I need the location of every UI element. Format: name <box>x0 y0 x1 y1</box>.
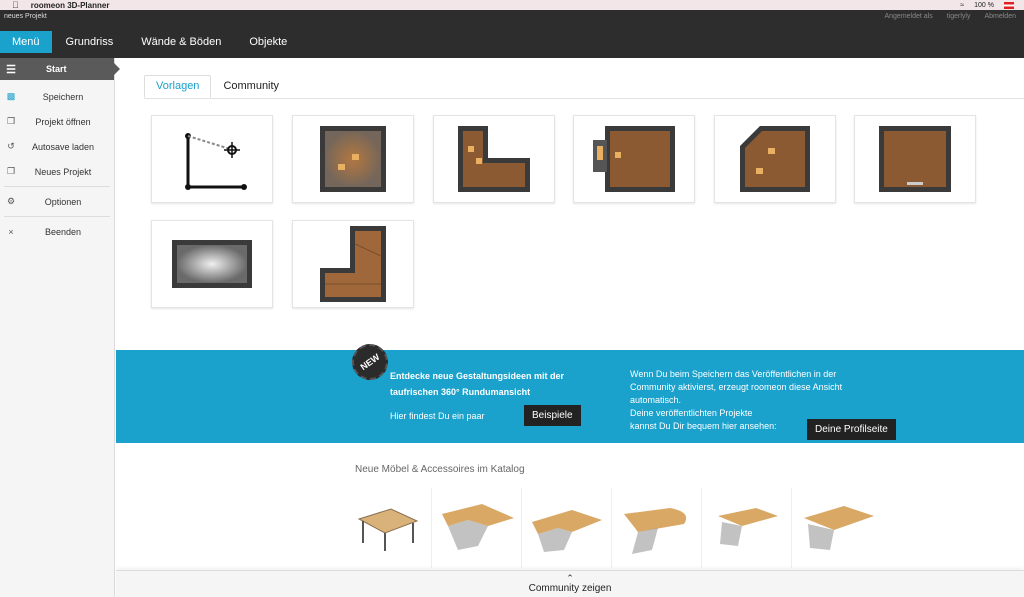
room-empty-icon <box>172 240 252 288</box>
draw-room-icon <box>185 133 247 190</box>
close-icon: × <box>8 226 14 237</box>
room-square-icon <box>320 126 386 192</box>
sidebar-item-label: Neues Projekt <box>34 166 92 177</box>
sidebar-item-label: Autosave laden <box>31 141 95 152</box>
template-room-empty[interactable] <box>151 220 273 308</box>
desk-round-icon <box>623 508 686 554</box>
catalog-title: Neue Möbel & Accessoires im Katalog <box>355 464 525 475</box>
nav-menu[interactable]: Menü <box>0 31 52 53</box>
examples-button[interactable]: Beispiele <box>524 405 581 426</box>
apple-icon[interactable]:  <box>12 0 19 10</box>
menubar-status: ≈ 100 % <box>960 1 1024 9</box>
language-flag-icon[interactable] <box>1004 1 1014 9</box>
tab-community[interactable]: Community <box>211 75 291 98</box>
room-with-door-icon <box>593 126 675 192</box>
community-toggle[interactable]: ⌃ Community zeigen <box>116 570 1024 597</box>
banner-info-text: Wenn Du beim Speichern das Veröffentlich… <box>630 369 843 405</box>
battery-label[interactable]: 100 % <box>974 2 994 9</box>
table-icon <box>357 508 418 551</box>
sidebar-item-label: Speichern <box>42 91 84 102</box>
template-room-l-wood[interactable] <box>292 220 414 308</box>
main-content: Vorlagen Community NEW Entdecke neue Ges… <box>116 58 1024 597</box>
divider <box>4 216 110 217</box>
catalog-item-desk-1[interactable] <box>434 488 522 568</box>
room-cut-corner-icon <box>740 126 810 192</box>
new-badge: NEW <box>344 336 396 388</box>
desk-icon <box>717 508 778 546</box>
sidebar-item-quit[interactable]: × Beenden <box>0 219 114 244</box>
logged-in-label: Angemeldet als <box>884 13 933 20</box>
tab-templates[interactable]: Vorlagen <box>144 75 212 98</box>
room-l-wood-icon <box>320 226 386 302</box>
sidebar-item-label: Beenden <box>44 226 82 237</box>
username-link[interactable]: tigerlyly <box>947 13 971 20</box>
template-room-square[interactable] <box>292 115 414 203</box>
sidebar-header-label: Start <box>46 64 67 74</box>
catalog-item-desk-4[interactable] <box>794 488 882 568</box>
sidebar-item-label: Projekt öffnen <box>35 116 91 127</box>
hamburger-icon[interactable]: ☰ <box>0 63 22 76</box>
community-toggle-label: Community zeigen <box>528 583 612 594</box>
template-room-cut-corner[interactable] <box>714 115 836 203</box>
template-room-with-door[interactable] <box>573 115 695 203</box>
restore-icon: ↺ <box>7 141 15 151</box>
desk-icon <box>441 504 514 550</box>
app-name[interactable]: roomeon 3D-Planner <box>31 1 110 10</box>
template-room-large[interactable] <box>854 115 976 203</box>
sidebar-item-save[interactable]: ▩ Speichern <box>0 84 114 109</box>
app-topbar: neues Projekt Angemeldet als tigerlyly A… <box>0 10 1024 58</box>
divider <box>4 186 110 187</box>
sidebar-item-autosave[interactable]: ↺ Autosave laden <box>0 134 114 159</box>
catalog-item-table[interactable] <box>344 488 432 568</box>
divider <box>144 98 1024 99</box>
banner-title: Entdecke neue Gestaltungsideen mit der t… <box>390 371 565 397</box>
open-icon: ❒ <box>6 116 16 126</box>
banner-find-text: Hier findest Du ein paar <box>390 411 485 421</box>
desk-icon <box>531 510 602 552</box>
tab-bar: Vorlagen Community <box>144 75 291 98</box>
room-l-shape-icon <box>458 126 530 192</box>
sidebar-item-open[interactable]: ❒ Projekt öffnen <box>0 109 114 134</box>
catalog-item-desk-2[interactable] <box>524 488 612 568</box>
chevron-up-icon: ⌃ <box>566 573 574 583</box>
nav-walls-floors[interactable]: Wände & Böden <box>127 31 235 53</box>
sidebar: ☰ Start ▩ Speichern ❒ Projekt öffnen ↺ A… <box>0 58 120 597</box>
template-room-l-shape[interactable] <box>433 115 555 203</box>
room-large-icon <box>879 126 951 192</box>
new-project-icon: ❒ <box>6 166 16 176</box>
profile-button[interactable]: Deine Profilseite <box>807 419 896 440</box>
sidebar-item-label: Optionen <box>44 196 82 207</box>
gear-icon: ⚙ <box>6 196 16 206</box>
save-icon: ▩ <box>6 91 16 101</box>
sidebar-item-options[interactable]: ⚙ Optionen <box>0 189 114 214</box>
project-name: neues Projekt <box>4 13 47 20</box>
desk-icon <box>804 506 874 550</box>
template-draw-room[interactable] <box>151 115 273 203</box>
sidebar-item-new[interactable]: ❒ Neues Projekt <box>0 159 114 184</box>
sidebar-header[interactable]: ☰ Start <box>0 58 120 80</box>
wifi-icon[interactable]: ≈ <box>960 2 964 9</box>
logout-link[interactable]: Abmelden <box>984 13 1016 20</box>
main-nav: Menü Grundriss Wände & Böden Objekte <box>0 31 301 53</box>
nav-floorplan[interactable]: Grundriss <box>52 31 128 53</box>
catalog-item-desk-3[interactable] <box>704 488 792 568</box>
nav-objects[interactable]: Objekte <box>235 31 301 53</box>
macos-menubar:  roomeon 3D-Planner ≈ 100 % <box>0 0 1024 10</box>
user-area: Angemeldet als tigerlyly Abmelden <box>884 13 1016 20</box>
promo-banner: NEW Entdecke neue Gestaltungsideen mit d… <box>116 336 1024 443</box>
catalog-item-desk-round[interactable] <box>614 488 702 568</box>
